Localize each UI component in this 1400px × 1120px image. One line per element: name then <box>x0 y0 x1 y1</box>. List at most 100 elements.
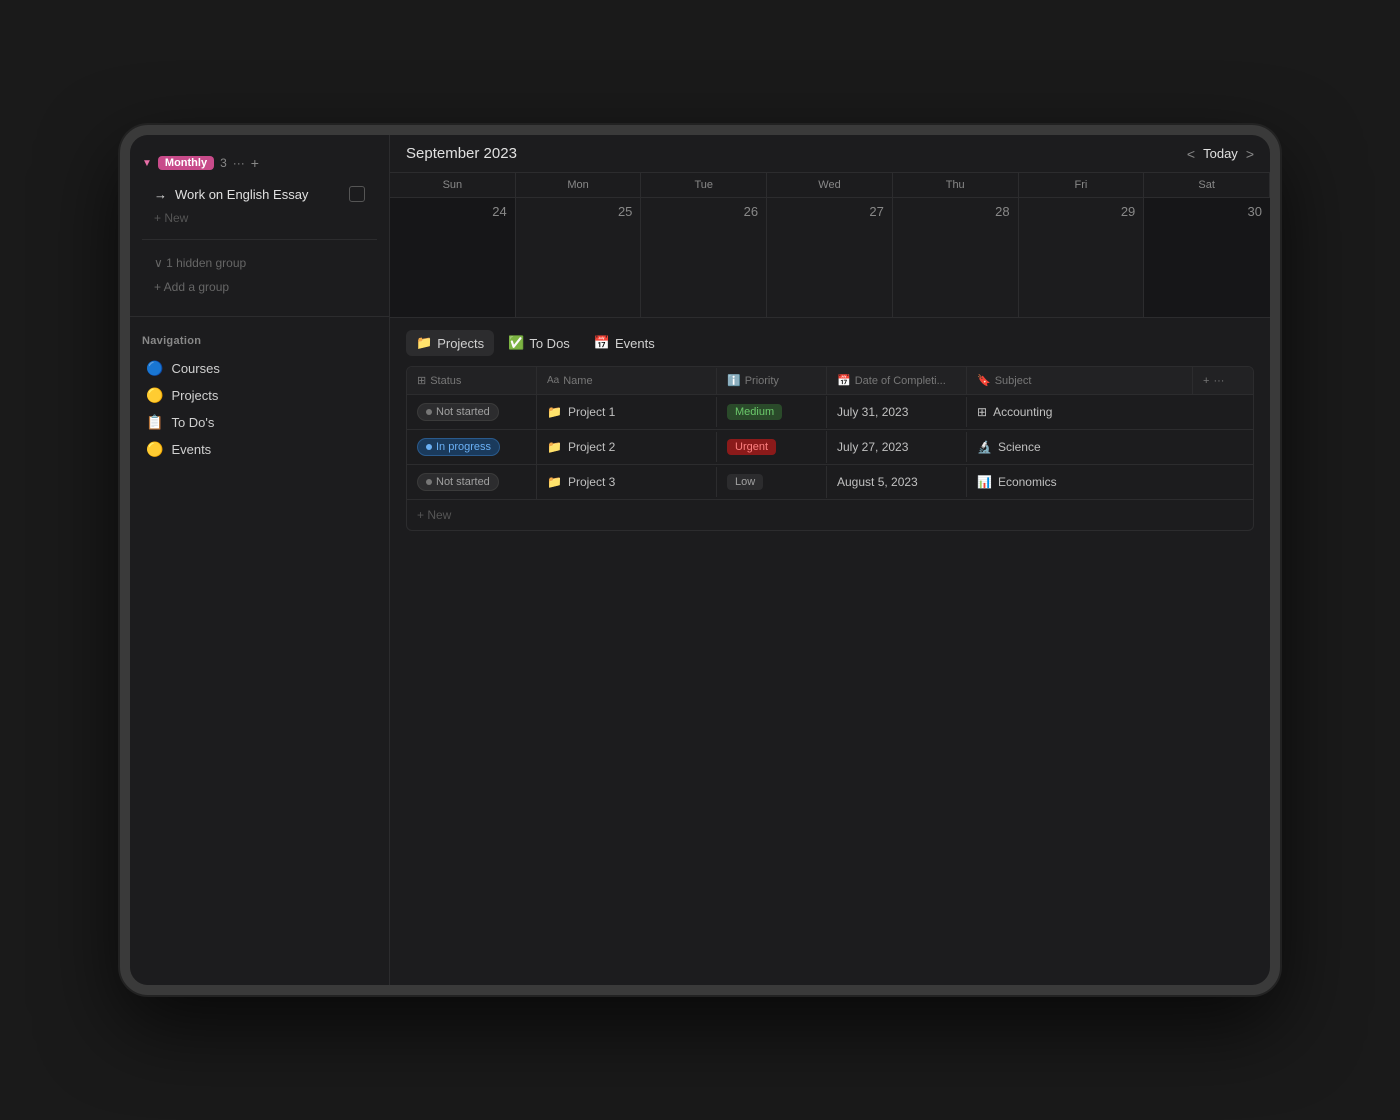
project-icon-1: 📁 <box>547 405 562 419</box>
td-date-2: July 27, 2023 <box>827 432 967 462</box>
calendar-section: September 2023 < Today > Sun Mon Tue Wed… <box>390 135 1270 318</box>
divider-2 <box>130 316 389 317</box>
sidebar: ▼ Monthly 3 ··· + → Work on English Essa… <box>130 135 390 985</box>
table-row[interactable]: In progress 📁 Project 2 Urgent July 27, … <box>407 430 1253 465</box>
monthly-header: ▼ Monthly 3 ··· + <box>142 155 377 171</box>
todos-icon: 📋 <box>146 414 163 431</box>
cal-date-30: 30 <box>1152 204 1262 219</box>
status-badge-1[interactable]: Not started <box>417 403 499 421</box>
subject-col-label: Subject <box>995 375 1032 387</box>
table-row[interactable]: Not started 📁 Project 3 Low August 5, 20… <box>407 465 1253 500</box>
td-name-3: 📁 Project 3 <box>537 467 717 497</box>
cal-header-mon: Mon <box>516 173 642 197</box>
priority-badge-2[interactable]: Urgent <box>727 439 776 455</box>
th-actions: + ··· <box>1193 368 1253 394</box>
status-dot-1 <box>426 409 432 415</box>
today-label[interactable]: Today <box>1203 146 1238 161</box>
td-date-3: August 5, 2023 <box>827 467 967 497</box>
date-col-icon: 📅 <box>837 374 851 387</box>
status-col-label: Status <box>430 375 461 387</box>
calendar-grid: Sun Mon Tue Wed Thu Fri Sat 24 25 26 <box>390 173 1270 317</box>
priority-badge-3[interactable]: Low <box>727 474 763 490</box>
monthly-plus[interactable]: + <box>251 155 259 171</box>
td-date-1: July 31, 2023 <box>827 397 967 427</box>
priority-col-label: Priority <box>745 375 779 387</box>
todos-label: To Do's <box>171 415 214 430</box>
task-arrow-icon: → <box>154 187 167 202</box>
task-name: Work on English Essay <box>175 187 308 202</box>
projects-tab-icon: 📁 <box>416 335 432 351</box>
sidebar-item-projects[interactable]: 🟡 Projects <box>142 382 377 409</box>
events-tab-label: Events <box>615 336 655 351</box>
th-subject: 🔖 Subject <box>967 367 1193 394</box>
cal-day-24[interactable]: 24 <box>390 197 516 317</box>
date-value-3: August 5, 2023 <box>837 475 918 489</box>
priority-col-icon: ℹ️ <box>727 374 741 387</box>
tab-todos[interactable]: ✅ To Dos <box>498 330 580 356</box>
status-text-2: In progress <box>436 441 491 453</box>
date-value-1: July 31, 2023 <box>837 405 908 419</box>
projects-tab-label: Projects <box>437 336 484 351</box>
add-new-label[interactable]: + New <box>417 508 451 522</box>
projects-table: ⊞ Status Aa Name ℹ️ Priority 📅 <box>406 366 1254 531</box>
td-name-2: 📁 Project 2 <box>537 432 717 462</box>
main-content: September 2023 < Today > Sun Mon Tue Wed… <box>390 135 1270 985</box>
sidebar-item-courses[interactable]: 🔵 Courses <box>142 355 377 382</box>
cal-header-sun: Sun <box>390 173 516 197</box>
cal-header-tue: Tue <box>641 173 767 197</box>
project-name-2: Project 2 <box>568 440 615 454</box>
events-tab-icon: 📅 <box>594 335 610 351</box>
th-date: 📅 Date of Completi... <box>827 367 967 394</box>
navigation-title: Navigation <box>142 335 377 347</box>
name-col-icon: Aa <box>547 375 559 386</box>
table-row[interactable]: Not started 📁 Project 1 Medium July 31, … <box>407 395 1253 430</box>
cal-day-26[interactable]: 26 <box>641 197 767 317</box>
cal-day-27[interactable]: 27 <box>767 197 893 317</box>
events-label: Events <box>171 442 211 457</box>
cal-day-29[interactable]: 29 <box>1019 197 1145 317</box>
project-icon-3: 📁 <box>547 475 562 489</box>
add-new-row[interactable]: + New <box>407 500 1253 530</box>
th-name: Aa Name <box>537 368 717 394</box>
status-badge-3[interactable]: Not started <box>417 473 499 491</box>
hidden-group[interactable]: ∨ 1 hidden group <box>142 250 377 276</box>
tab-events[interactable]: 📅 Events <box>584 330 665 356</box>
status-badge-2[interactable]: In progress <box>417 438 500 456</box>
task-row[interactable]: → Work on English Essay <box>142 181 377 207</box>
cal-date-24: 24 <box>398 204 507 219</box>
new-button[interactable]: + New <box>142 207 377 229</box>
th-status: ⊞ Status <box>407 367 537 394</box>
project-icon-2: 📁 <box>547 440 562 454</box>
cal-header-fri: Fri <box>1019 173 1145 197</box>
td-subject-2: 🔬 Science <box>967 432 1253 462</box>
projects-icon: 🟡 <box>146 387 163 404</box>
cal-date-26: 26 <box>649 204 758 219</box>
td-subject-1: ⊞ Accounting <box>967 397 1253 427</box>
add-col-icon[interactable]: + <box>1203 375 1209 387</box>
cal-day-30[interactable]: 30 <box>1144 197 1270 317</box>
status-text-1: Not started <box>436 406 490 418</box>
task-checkbox[interactable] <box>349 186 365 202</box>
add-group[interactable]: + Add a group <box>142 276 377 298</box>
triangle-icon: ▼ <box>142 158 152 169</box>
navigation-section: Navigation 🔵 Courses 🟡 Projects 📋 To Do'… <box>130 327 389 471</box>
sidebar-item-events[interactable]: 🟡 Events <box>142 436 377 463</box>
cal-day-25[interactable]: 25 <box>516 197 642 317</box>
subject-col-icon: 🔖 <box>977 374 991 387</box>
subject-icon-2: 🔬 <box>977 440 992 454</box>
tab-projects[interactable]: 📁 Projects <box>406 330 494 356</box>
next-arrow[interactable]: > <box>1246 146 1254 162</box>
more-col-icon[interactable]: ··· <box>1213 375 1224 387</box>
cal-day-28[interactable]: 28 <box>893 197 1019 317</box>
events-icon: 🟡 <box>146 441 163 458</box>
td-name-1: 📁 Project 1 <box>537 397 717 427</box>
project-name-1: Project 1 <box>568 405 615 419</box>
monthly-badge[interactable]: Monthly <box>158 156 214 170</box>
td-status-1: Not started <box>407 395 537 429</box>
prev-arrow[interactable]: < <box>1187 146 1195 162</box>
section-tabs: 📁 Projects ✅ To Dos 📅 Events <box>406 330 1254 356</box>
sidebar-item-todos[interactable]: 📋 To Do's <box>142 409 377 436</box>
monthly-dots[interactable]: ··· <box>233 156 245 170</box>
subject-icon-1: ⊞ <box>977 405 987 419</box>
priority-badge-1[interactable]: Medium <box>727 404 782 420</box>
